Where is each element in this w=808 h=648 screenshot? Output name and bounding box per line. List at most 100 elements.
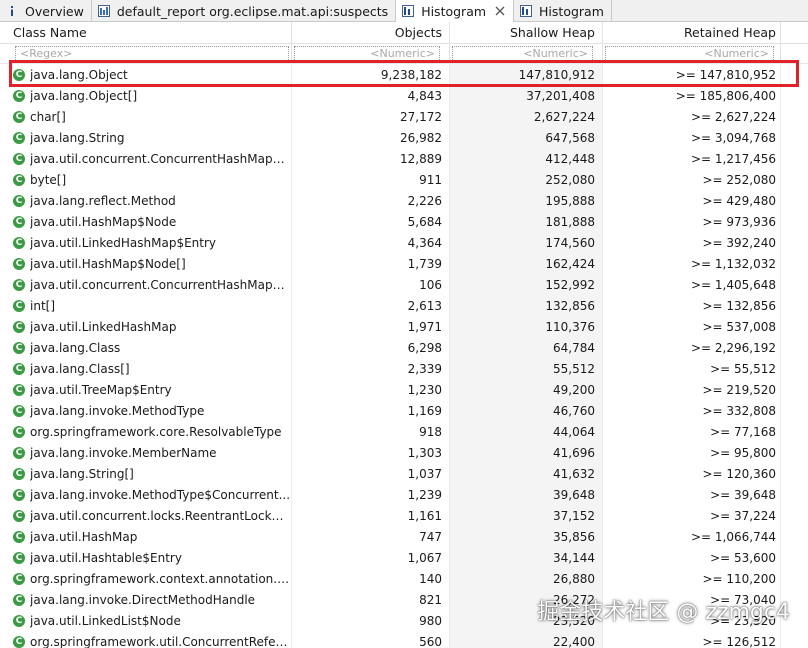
table-row[interactable]: Cjava.util.concurrent.ConcurrentHashMap$… (0, 274, 808, 295)
retained-heap-cell: >= 39,648 (603, 484, 781, 505)
table-row[interactable]: Cjava.lang.String[] 1,037 41,632 >= 120,360 (0, 463, 808, 484)
class-name: java.lang.invoke.MethodType (30, 403, 205, 418)
table-row[interactable]: Cjava.lang.invoke.MethodType$Concurrent.… (0, 484, 808, 505)
class-name: java.util.LinkedHashMap$Entry (30, 235, 217, 250)
objects-cell: 9,238,182 (292, 64, 450, 85)
class-name: java.lang.Object (30, 67, 128, 82)
class-icon: C (13, 635, 25, 648)
class-name-cell: Cjava.util.Hashtable$Entry (0, 547, 292, 568)
class-name: java.util.HashMap (30, 529, 138, 544)
table-row[interactable]: Cjava.lang.reflect.Method 2,226 195,888 >= … (0, 190, 808, 211)
table-body: Cjava.lang.Object 9,238,182 147,810,912 >= … (0, 64, 808, 648)
class-icon: C (13, 299, 25, 312)
table-row[interactable]: Cjava.lang.Object[] 4,843 37,201,408 >= 185… (0, 85, 808, 106)
class-icon: C (13, 215, 25, 228)
tab-overview[interactable]: Overview (0, 0, 92, 22)
class-icon: C (13, 320, 25, 333)
table-row[interactable]: Corg.springframework.context.annotation.… (0, 568, 808, 589)
objects-cell: 1,037 (292, 463, 450, 484)
table-row[interactable]: Cjava.lang.invoke.MemberName 1,303 41,696 >… (0, 442, 808, 463)
tab-label: Histogram (421, 3, 487, 19)
table-row[interactable]: Cjava.util.TreeMap$Entry 1,230 49,200 >= 21… (0, 379, 808, 400)
table-row[interactable]: Cjava.util.HashMap$Node 5,684 181,888 >= 97… (0, 211, 808, 232)
class-icon: C (13, 425, 25, 438)
objects-cell: 918 (292, 421, 450, 442)
objects-cell: 2,226 (292, 190, 450, 211)
objects-cell: 747 (292, 526, 450, 547)
class-name-cell: Cjava.lang.reflect.Method (0, 190, 292, 211)
histogram-table: Class Name Objects Shallow Heap Retained… (0, 22, 808, 648)
class-name-cell: Cjava.lang.Class[] (0, 358, 292, 379)
shallow-heap-cell: 49,200 (450, 379, 603, 400)
table-row[interactable]: Cjava.util.HashMap$Node[] 1,739 162,424 >= … (0, 253, 808, 274)
table-row[interactable]: Cjava.lang.Object 9,238,182 147,810,912 >= … (0, 64, 808, 85)
retained-heap-cell: >= 2,627,224 (603, 106, 781, 127)
objects-cell: 27,172 (292, 106, 450, 127)
tab-label: default_report org.eclipse.mat.api:suspe… (116, 3, 389, 19)
retained-heap-filter[interactable]: <Numeric> (603, 44, 781, 63)
retained-heap-cell: >= 1,217,456 (603, 148, 781, 169)
objects-cell: 1,169 (292, 400, 450, 421)
column-header-class-name[interactable]: Class Name (0, 22, 292, 43)
tab-histogram[interactable]: Histogram (514, 0, 612, 22)
class-name: java.lang.invoke.MemberName (30, 445, 217, 460)
tab-default-report[interactable]: default_report org.eclipse.mat.api:suspe… (92, 0, 397, 22)
table-row[interactable]: Cjava.lang.String 26,982 647,568 >= 3,094,7… (0, 127, 808, 148)
close-icon[interactable] (494, 5, 506, 17)
table-row[interactable]: Cint[] 2,613 132,856 >= 132,856 (0, 295, 808, 316)
class-icon: C (13, 278, 25, 291)
table-row[interactable]: Cchar[] 27,172 2,627,224 >= 2,627,224 (0, 106, 808, 127)
table-row[interactable]: Cjava.util.HashMap 747 35,856 >= 1,066,744 (0, 526, 808, 547)
class-name-cell: Cjava.util.HashMap$Node[] (0, 253, 292, 274)
class-icon: C (13, 152, 25, 165)
shallow-heap-filter[interactable]: <Numeric> (450, 44, 603, 63)
shallow-heap-cell: 37,152 (450, 505, 603, 526)
class-name-cell: Cjava.util.concurrent.ConcurrentHashMap$… (0, 148, 292, 169)
class-name-cell: Corg.springframework.util.ConcurrentRefe… (0, 631, 292, 648)
column-header-shallow-heap[interactable]: Shallow Heap (450, 22, 603, 43)
class-name-cell: Corg.springframework.core.ResolvableType (0, 421, 292, 442)
class-icon: C (13, 446, 25, 459)
column-header-retained-heap[interactable]: Retained Heap (603, 22, 781, 43)
class-name-cell: Corg.springframework.context.annotation.… (0, 568, 292, 589)
info-icon (5, 4, 19, 18)
objects-cell: 2,339 (292, 358, 450, 379)
retained-heap-cell: >= 53,600 (603, 547, 781, 568)
table-row[interactable]: Cjava.util.concurrent.locks.ReentrantLoc… (0, 505, 808, 526)
class-name-filter[interactable]: <Regex> (0, 44, 292, 63)
shallow-heap-cell: 647,568 (450, 127, 603, 148)
retained-heap-cell: >= 973,936 (603, 211, 781, 232)
table-row[interactable]: Cjava.lang.Class[] 2,339 55,512 >= 55,512 (0, 358, 808, 379)
table-row[interactable]: Cjava.lang.Class 6,298 64,784 >= 2,296,192 (0, 337, 808, 358)
shallow-heap-cell: 195,888 (450, 190, 603, 211)
retained-heap-cell: >= 392,240 (603, 232, 781, 253)
shallow-heap-cell: 55,512 (450, 358, 603, 379)
table-row[interactable]: Cbyte[] 911 252,080 >= 252,080 (0, 169, 808, 190)
class-icon: C (13, 236, 25, 249)
class-icon: C (13, 383, 25, 396)
table-row[interactable]: Corg.springframework.util.ConcurrentRefe… (0, 631, 808, 648)
tab-histogram-active[interactable]: Histogram (396, 0, 515, 23)
column-header-objects[interactable]: Objects (292, 22, 450, 43)
table-row[interactable]: Cjava.util.concurrent.ConcurrentHashMap$… (0, 148, 808, 169)
retained-heap-cell: >= 77,168 (603, 421, 781, 442)
class-name: java.lang.String[] (30, 466, 134, 481)
objects-filter[interactable]: <Numeric> (292, 44, 450, 63)
class-name: java.lang.invoke.DirectMethodHandle (30, 592, 256, 607)
tab-label: Overview (25, 3, 84, 19)
table-row[interactable]: Cjava.util.Hashtable$Entry 1,067 34,144 >= … (0, 547, 808, 568)
objects-cell: 4,364 (292, 232, 450, 253)
table-row[interactable]: Cjava.util.LinkedHashMap 1,971 110,376 >= 5… (0, 316, 808, 337)
class-name-cell: Cjava.lang.invoke.MethodType$Concurrent.… (0, 484, 292, 505)
retained-heap-cell: >= 37,224 (603, 505, 781, 526)
retained-heap-cell: >= 252,080 (603, 169, 781, 190)
class-name: java.util.concurrent.ConcurrentHashMap$N… (30, 151, 291, 166)
class-name-cell: Cjava.util.LinkedHashMap (0, 316, 292, 337)
objects-cell: 106 (292, 274, 450, 295)
table-row[interactable]: Corg.springframework.core.ResolvableType… (0, 421, 808, 442)
filter-row: <Regex> <Numeric> <Numeric> <Numeric> (0, 44, 808, 64)
objects-cell: 1,230 (292, 379, 450, 400)
table-row[interactable]: Cjava.lang.invoke.MethodType 1,169 46,760 >… (0, 400, 808, 421)
objects-cell: 6,298 (292, 337, 450, 358)
table-row[interactable]: Cjava.util.LinkedHashMap$Entry 4,364 174,5… (0, 232, 808, 253)
